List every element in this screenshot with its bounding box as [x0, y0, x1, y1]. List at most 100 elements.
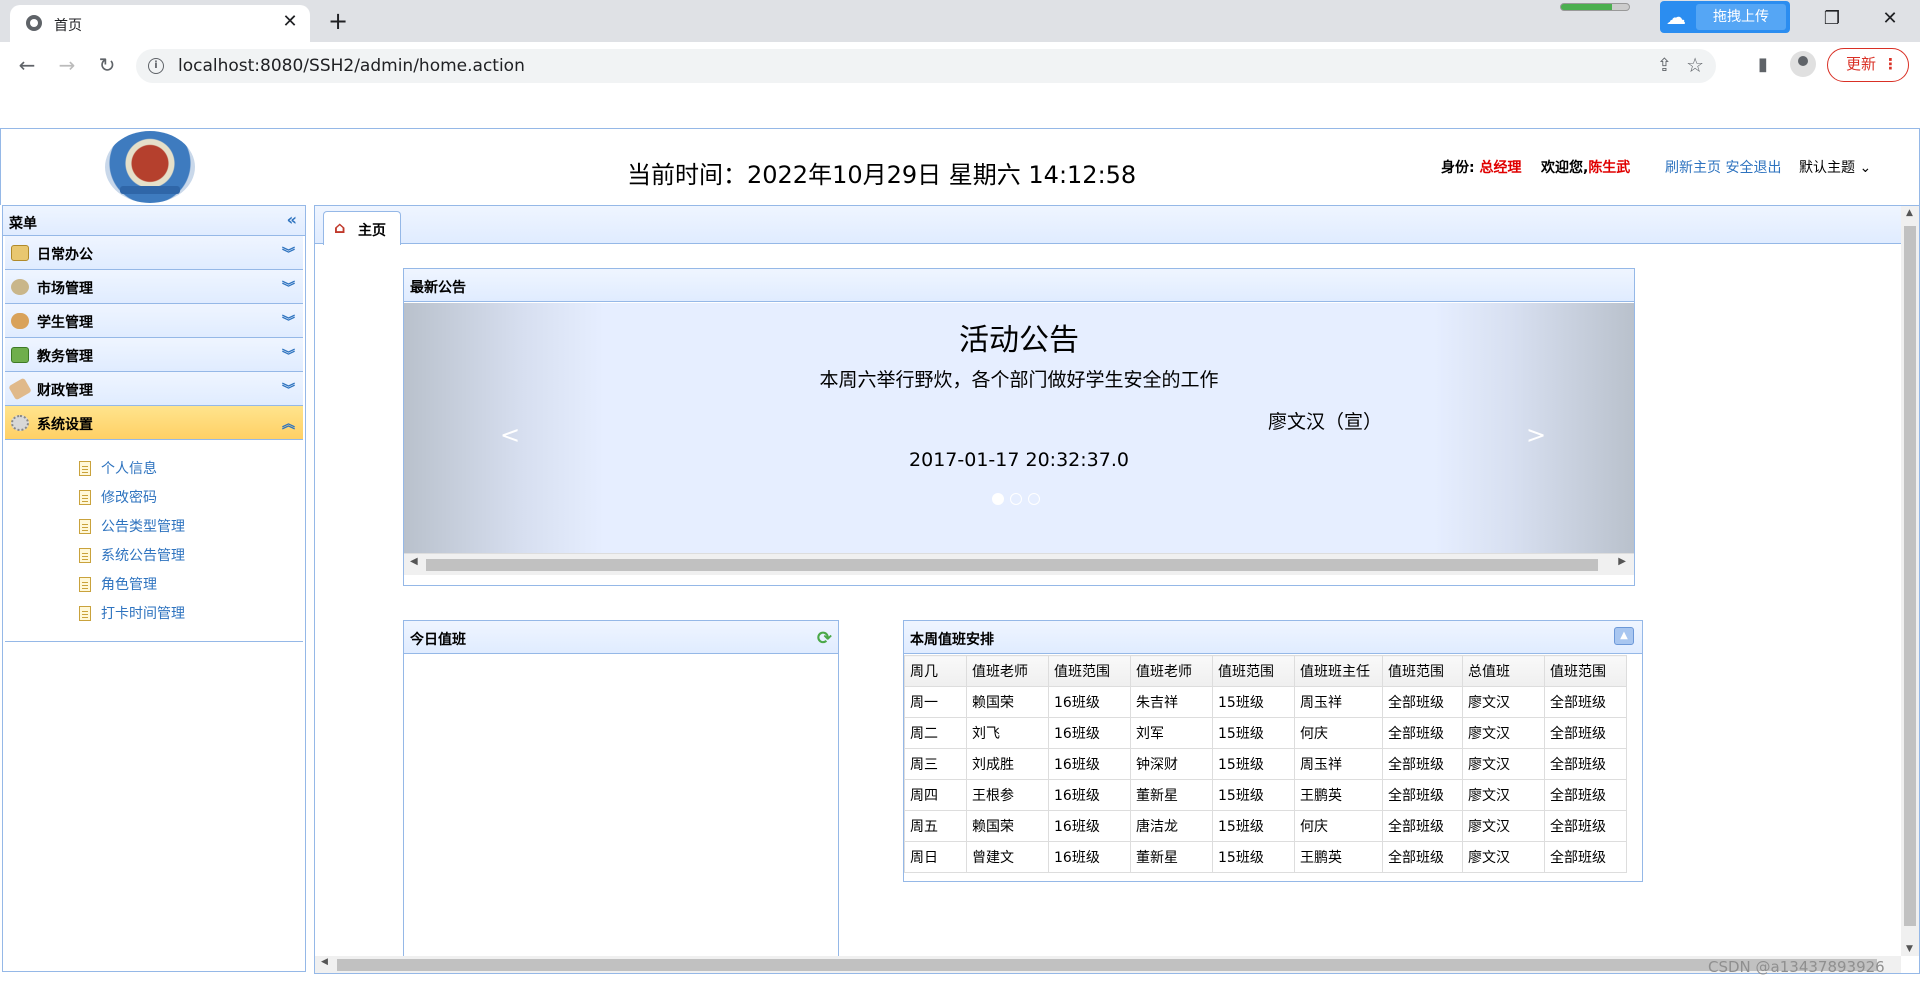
share-icon[interactable]: ⇪	[1657, 55, 1672, 76]
table-cell: 16班级	[1048, 717, 1131, 749]
table-cell: 全部班级	[1544, 717, 1627, 749]
menu-group-academic[interactable]: 教务管理 ︾	[5, 338, 303, 372]
table-cell: 曾建文	[966, 841, 1049, 873]
scrollbar-thumb[interactable]	[426, 559, 1598, 571]
close-window-button[interactable]: ✕	[1870, 4, 1910, 34]
menu-group-students[interactable]: 学生管理 ︾	[5, 304, 303, 338]
forward-icon[interactable]: →	[52, 50, 82, 80]
carousel-dot[interactable]	[1028, 493, 1040, 505]
column-header: 值班范围	[1544, 655, 1627, 687]
panel-title: 本周值班安排	[910, 632, 994, 648]
briefcase-icon	[11, 245, 29, 261]
carousel-next-icon[interactable]: >	[1526, 421, 1546, 449]
table-row: 周一 赖国荣 16班级 朱吉祥 15班级 周玉祥 全部班级 廖文汉 全部班级	[904, 686, 1627, 718]
refresh-icon[interactable]: ⟳	[817, 628, 832, 649]
table-cell: 全部班级	[1382, 810, 1463, 842]
table-cell: 16班级	[1048, 748, 1131, 780]
table-cell: 15班级	[1212, 841, 1295, 873]
table-cell: 15班级	[1212, 779, 1295, 811]
memory-indicator	[1560, 3, 1630, 11]
table-cell: 周日	[904, 841, 967, 873]
more-menu-icon: ⋮	[1883, 55, 1898, 73]
table-cell: 周玉祥	[1294, 686, 1383, 718]
app-container: 当前时间：2022年10月29日 星期六 14:12:58 身份: 总经理 欢迎…	[0, 128, 1920, 983]
today-duty-panel: 今日值班 ⟳	[403, 620, 839, 973]
table-cell: 全部班级	[1382, 779, 1463, 811]
bookmark-star-icon[interactable]: ☆	[1686, 53, 1704, 77]
table-cell: 朱吉祥	[1130, 686, 1213, 718]
watermark: CSDN @a13437893926	[1708, 958, 1885, 976]
table-row: 周二 刘飞 16班级 刘军 15班级 何庆 全部班级 廖文汉 全部班级	[904, 717, 1627, 749]
upload-button[interactable]: ☁ 拖拽上传	[1660, 1, 1790, 33]
menu-group-label: 财政管理	[37, 383, 93, 399]
scroll-left-icon[interactable]: ◀	[410, 556, 418, 567]
slide-author: 廖文汉（宣）	[1268, 411, 1383, 433]
main-vertical-scrollbar[interactable]: ▲ ▼	[1901, 206, 1919, 956]
column-header: 周几	[904, 655, 967, 687]
scroll-left-icon[interactable]: ◀	[321, 957, 328, 967]
collapse-left-icon[interactable]: «	[287, 210, 297, 229]
submenu-item-label: 角色管理	[101, 577, 157, 593]
table-cell: 廖文汉	[1462, 841, 1545, 873]
scroll-up-icon[interactable]: ▲	[1906, 208, 1913, 218]
back-icon[interactable]: ←	[12, 50, 42, 80]
user-icon	[11, 313, 29, 329]
scrollbar-thumb[interactable]	[1904, 226, 1916, 926]
menu-group-finance[interactable]: 财政管理 ︾	[5, 372, 303, 406]
tab-home-label: 主页	[358, 223, 386, 239]
menu-group-daily-office[interactable]: 日常办公 ︾	[5, 236, 303, 270]
address-bar[interactable]: i localhost:8080/SSH2/admin/home.action …	[136, 49, 1716, 83]
header-links: 刷新主页 安全退出	[1665, 157, 1781, 177]
menu-group-market[interactable]: 市场管理 ︾	[5, 270, 303, 304]
table-cell: 何庆	[1294, 810, 1383, 842]
bandage-icon	[8, 377, 32, 401]
carousel-dot[interactable]	[1010, 493, 1022, 505]
carousel-dot[interactable]	[992, 493, 1004, 505]
table-cell: 钟深财	[1130, 748, 1213, 780]
reload-icon[interactable]: ↻	[92, 50, 122, 80]
chevron-down-icon: ⌄	[1859, 160, 1872, 176]
column-header: 值班范围	[1212, 655, 1295, 687]
scrollbar-thumb[interactable]	[337, 959, 1877, 971]
collapse-up-icon[interactable]: ▲	[1614, 627, 1634, 645]
tab-close-icon[interactable]: ✕	[280, 12, 300, 32]
table-cell: 周四	[904, 779, 967, 811]
table-cell: 16班级	[1048, 779, 1131, 811]
menu-group-label: 学生管理	[37, 315, 93, 331]
sidebar-header: 菜单 «	[3, 206, 305, 236]
tab-home[interactable]: ⌂ 主页	[323, 211, 401, 245]
info-icon[interactable]: i	[148, 58, 164, 74]
scroll-right-icon[interactable]: ▶	[1618, 556, 1626, 567]
profile-avatar[interactable]	[1790, 51, 1816, 77]
week-duty-panel: 本周值班安排 ▲ 周几 值班老师 值班范围 值班老师 值班范围 值班班主任 值班…	[903, 620, 1643, 882]
menu-group-system-settings[interactable]: 系统设置 ︽	[5, 406, 303, 440]
new-tab-button[interactable]: +	[324, 8, 352, 36]
panel-title: 今日值班	[410, 632, 466, 648]
side-panel-icon[interactable]: ▮	[1750, 52, 1776, 78]
table-row: 周五 赖国荣 16班级 唐洁龙 15班级 何庆 全部班级 廖文汉 全部班级	[904, 810, 1627, 842]
theme-dropdown[interactable]: 默认主题 ⌄	[1799, 157, 1871, 177]
refresh-home-link[interactable]: 刷新主页	[1665, 160, 1721, 176]
restore-window-button[interactable]: ❐	[1812, 4, 1852, 34]
browser-tab[interactable]: 首页 ✕	[10, 5, 310, 42]
scroll-down-icon[interactable]: ▼	[1906, 944, 1913, 954]
submenu-item-label: 修改密码	[101, 490, 157, 506]
main-horizontal-scrollbar[interactable]: ◀	[315, 956, 1901, 973]
table-cell: 15班级	[1212, 748, 1295, 780]
panel-title: 最新公告	[404, 269, 1634, 302]
chevron-double-up-icon: ︽	[281, 417, 295, 432]
logout-link[interactable]: 安全退出	[1725, 160, 1781, 176]
column-header: 总值班	[1462, 655, 1545, 687]
carousel-prev-icon[interactable]: <	[500, 421, 520, 449]
table-cell: 15班级	[1212, 810, 1295, 842]
welcome-user: 陈生武	[1588, 160, 1631, 176]
slide-content: 本周六举行野炊，各个部门做好学生安全的工作	[819, 369, 1219, 391]
table-row: 周日 曾建文 16班级 董新星 15班级 王鹏英 全部班级 廖文汉 全部班级	[904, 841, 1627, 873]
slide-title: 活动公告	[959, 323, 1079, 358]
table-cell: 唐洁龙	[1130, 810, 1213, 842]
submenu-item-label: 打卡时间管理	[101, 606, 185, 622]
document-icon	[79, 606, 91, 621]
update-button[interactable]: 更新 ⋮	[1827, 48, 1909, 82]
table-cell: 全部班级	[1382, 841, 1463, 873]
notice-horizontal-scrollbar[interactable]: ◀ ▶	[404, 553, 1634, 575]
